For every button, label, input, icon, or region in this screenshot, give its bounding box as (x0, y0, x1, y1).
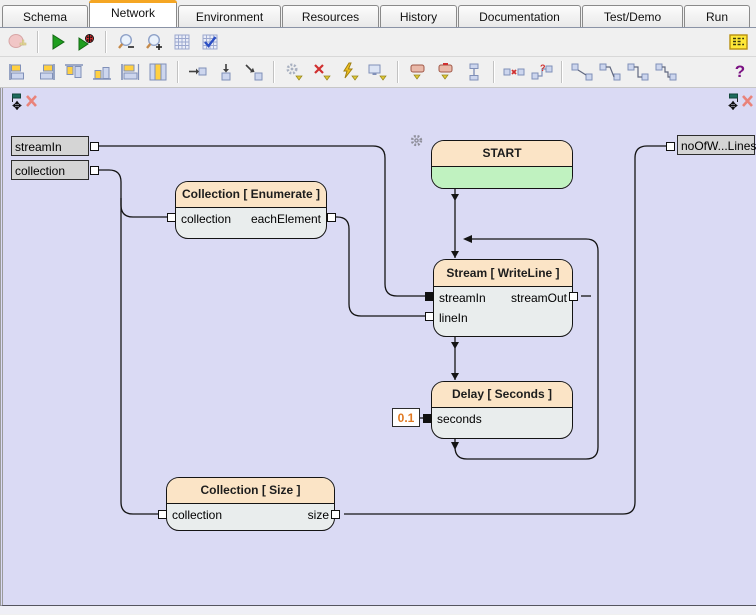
run-export-icon[interactable] (337, 60, 363, 84)
toolbar-separator (177, 61, 179, 83)
pin-icon-right[interactable] (725, 92, 741, 110)
toolbar-separator (273, 61, 275, 83)
external-port-streamin[interactable]: streamIn (11, 136, 89, 156)
tab-history[interactable]: History (380, 5, 457, 27)
close-icon[interactable] (25, 92, 41, 110)
stop-disabled-icon[interactable] (5, 30, 31, 54)
view-export-icon[interactable] (365, 60, 391, 84)
connector-size-size[interactable] (331, 510, 340, 519)
node-title: Collection [ Enumerate ] (176, 182, 326, 208)
tab-resources[interactable]: Resources (282, 5, 379, 27)
toolbar-separator (561, 61, 563, 83)
toolbar-separator (493, 61, 495, 83)
constant-value-box[interactable]: 0.1 (392, 408, 420, 427)
toolbar-separator (105, 31, 107, 53)
debug-run-icon[interactable] (73, 30, 99, 54)
node-delay-seconds[interactable]: Delay [ Seconds ] seconds (431, 381, 573, 439)
tab-network[interactable]: Network (89, 0, 177, 27)
move-into-icon[interactable] (185, 60, 211, 84)
node-title: Delay [ Seconds ] (432, 382, 572, 408)
close-icon-right[interactable] (741, 92, 756, 110)
move-diagonal-into-icon[interactable] (241, 60, 267, 84)
wire-collection-size (121, 198, 158, 514)
link-unknown-icon[interactable]: ? (529, 60, 555, 84)
align-right-icon[interactable] (33, 60, 59, 84)
unlink-icon[interactable] (501, 60, 527, 84)
connector-delay-seconds[interactable] (423, 414, 432, 423)
validate-icon[interactable] (197, 30, 223, 54)
node-title: Stream [ WriteLine ] (434, 260, 572, 287)
connector-collection-out[interactable] (90, 166, 99, 175)
edit-toolbar: ? ? (0, 57, 756, 88)
line-style-straight-icon[interactable] (569, 60, 595, 84)
tab-schema[interactable]: Schema (2, 5, 88, 27)
delete-export-icon[interactable] (309, 60, 335, 84)
external-port-noofwlines[interactable]: noOfW...Lines (677, 135, 755, 155)
node-start[interactable]: START (431, 140, 573, 189)
wire-eachelement-linein (336, 217, 425, 316)
port-label-collection: collection (181, 211, 231, 227)
run-icon[interactable] (45, 30, 71, 54)
node-collection-enumerate[interactable]: Collection [ Enumerate ] collection each… (175, 181, 327, 239)
align-left-icon[interactable] (5, 60, 31, 84)
gear-icon[interactable] (409, 133, 424, 148)
external-port-collection[interactable]: collection (11, 160, 89, 180)
node-remove-icon[interactable] (433, 60, 459, 84)
log-icon[interactable] (725, 30, 751, 54)
node-insert-icon[interactable] (405, 60, 431, 84)
node-title: Collection [ Size ] (167, 478, 334, 504)
connector-noofwlines-in[interactable] (666, 142, 675, 151)
node-collection-size[interactable]: Collection [ Size ] collection size (166, 477, 335, 531)
help-icon[interactable]: ? (728, 60, 752, 84)
connector-streamin-out[interactable] (90, 142, 99, 151)
port-label-streamin: streamIn (439, 290, 486, 306)
connector-writeline-streamout[interactable] (569, 292, 578, 301)
pin-icon[interactable] (9, 92, 25, 110)
line-style-diagonal-icon[interactable] (597, 60, 623, 84)
port-label-streamout: streamOut (511, 290, 567, 306)
network-canvas[interactable]: streamIn collection noOfW...Lines Collec… (0, 88, 756, 606)
align-bottom-icon[interactable] (89, 60, 115, 84)
tab-test-demo[interactable]: Test/Demo (582, 5, 683, 27)
zoom-out-icon[interactable] (113, 30, 139, 54)
toolbar-separator (397, 61, 399, 83)
connector-enumerate-eachelement[interactable] (327, 213, 336, 222)
align-center-vertical-icon[interactable] (117, 60, 143, 84)
start-body (432, 167, 572, 189)
gear-export-icon[interactable] (281, 60, 307, 84)
app-window: Schema Network Environment Resources His… (0, 0, 756, 615)
node-title: START (432, 141, 572, 167)
toolbar-separator (37, 31, 39, 53)
align-center-horizontal-icon[interactable] (145, 60, 171, 84)
line-style-stepped-icon[interactable] (653, 60, 679, 84)
tab-documentation[interactable]: Documentation (458, 5, 581, 27)
node-stream-writeline[interactable]: Stream [ WriteLine ] streamIn lineIn str… (433, 259, 573, 337)
port-label-linein: lineIn (439, 310, 468, 326)
tab-environment[interactable]: Environment (178, 5, 281, 27)
zoom-in-icon[interactable] (141, 30, 167, 54)
link-vertical-icon[interactable] (461, 60, 487, 84)
align-top-icon[interactable] (61, 60, 87, 84)
port-label-seconds: seconds (437, 411, 482, 427)
main-toolbar (0, 28, 756, 57)
move-down-into-icon[interactable] (213, 60, 239, 84)
tab-run[interactable]: Run (684, 5, 750, 27)
svg-text:?: ? (540, 63, 546, 73)
tab-bar: Schema Network Environment Resources His… (0, 0, 756, 28)
grid-toggle-icon[interactable] (169, 30, 195, 54)
port-label-size: size (308, 507, 329, 523)
wire-collection-enumerate (99, 170, 167, 217)
connector-writeline-streamin[interactable] (425, 292, 434, 301)
line-style-orthogonal-icon[interactable] (625, 60, 651, 84)
port-label-collection2: collection (172, 507, 222, 523)
connector-writeline-linein[interactable] (425, 312, 434, 321)
connector-enumerate-collection[interactable] (167, 213, 176, 222)
port-label-eachelement: eachElement (251, 211, 321, 227)
connection-wires (3, 88, 756, 606)
connector-size-collection[interactable] (158, 510, 167, 519)
bottom-strip (0, 606, 756, 614)
